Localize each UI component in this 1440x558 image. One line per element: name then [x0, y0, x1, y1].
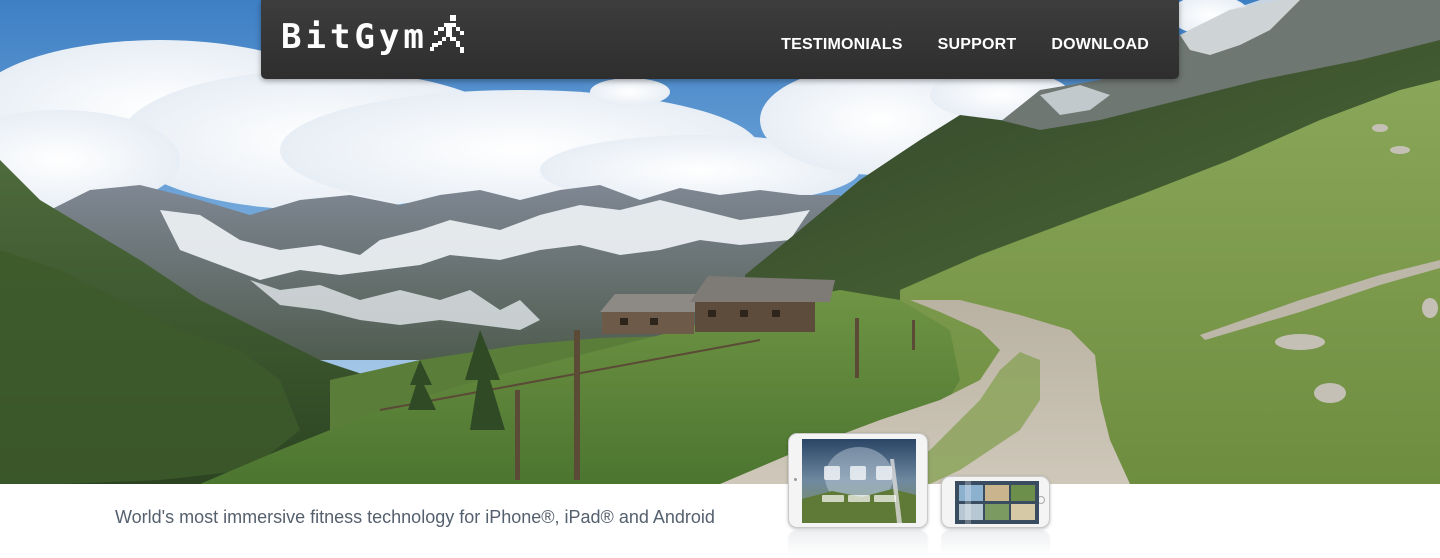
ipad-camera — [794, 478, 797, 481]
iphone-reflection — [941, 530, 1050, 554]
top-navigation-bar: BitGym TESTIMONIALS SUPPORT DOWNLOAD — [261, 0, 1179, 79]
hero-tagline: World's most immersive fitness technolog… — [115, 507, 715, 527]
ipad-device-image — [788, 433, 928, 528]
brand-name: BitGym — [281, 17, 428, 57]
landing-page: BitGym TESTIMONIALS SUPPORT DOWNLOAD Wor… — [0, 0, 1440, 558]
runner-icon — [429, 14, 466, 60]
iphone-device-image — [941, 476, 1050, 528]
brand-logo[interactable]: BitGym — [281, 14, 466, 60]
main-menu: TESTIMONIALS SUPPORT DOWNLOAD — [781, 36, 1149, 54]
nav-testimonials-link[interactable]: TESTIMONIALS — [781, 36, 903, 54]
nav-download-link[interactable]: DOWNLOAD — [1051, 36, 1149, 54]
ipad-app-screen — [802, 439, 916, 523]
nav-support-link[interactable]: SUPPORT — [938, 36, 1017, 54]
iphone-app-screen — [955, 481, 1039, 524]
ipad-reflection — [788, 530, 928, 556]
